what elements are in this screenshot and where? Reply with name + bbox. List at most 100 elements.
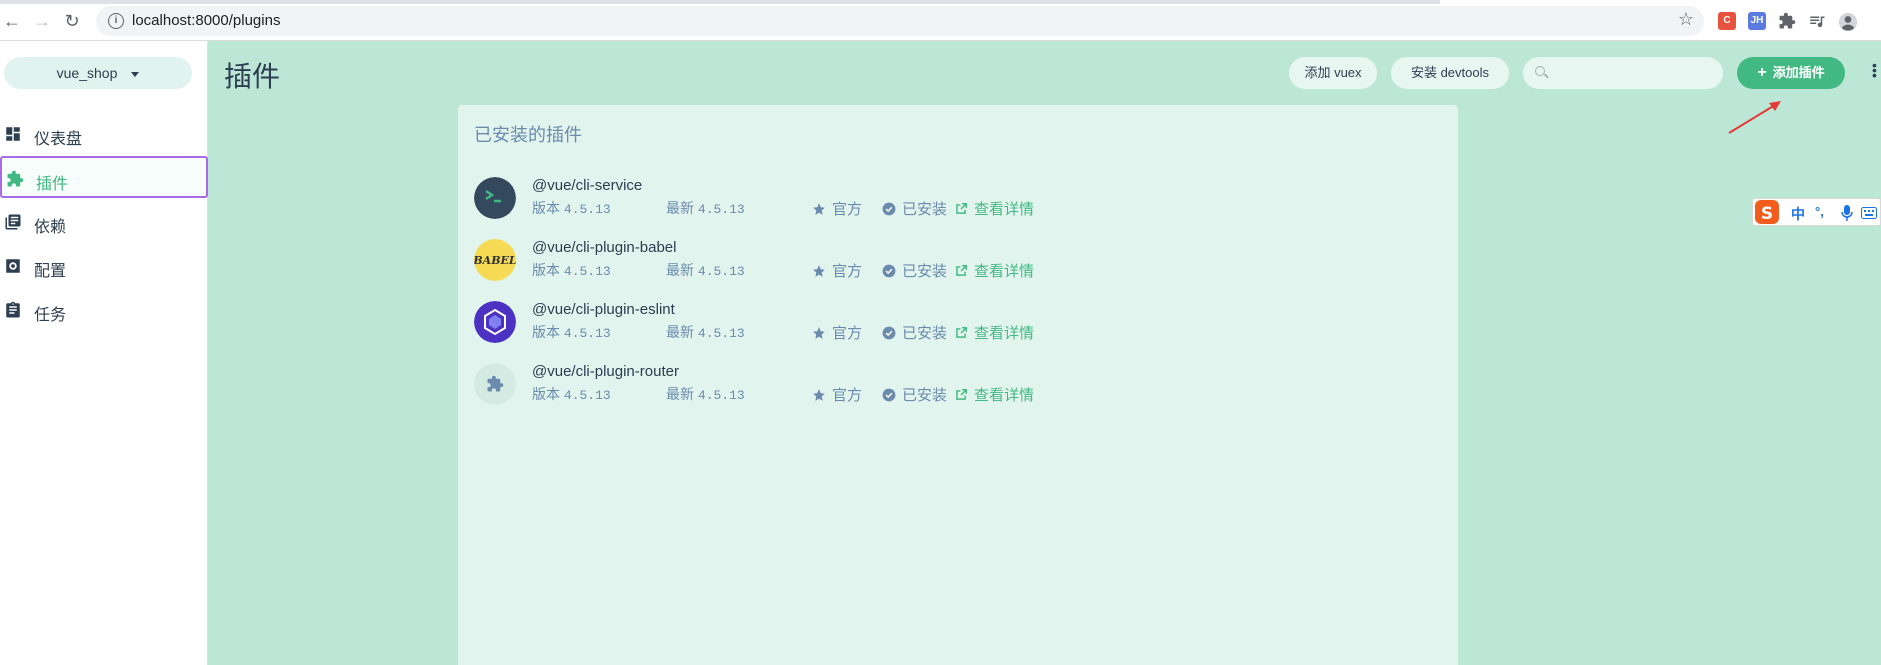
page-title: 插件 <box>224 61 281 92</box>
version-label: 版本 <box>532 386 560 402</box>
version-number: 4.5.13 <box>563 326 611 341</box>
sidebar-item-label: 任务 <box>34 307 67 324</box>
sidebar-item-plugins[interactable]: 插件 <box>0 156 208 198</box>
plugin-name: @vue/cli-service <box>532 177 643 194</box>
latest-number: 4.5.13 <box>697 264 745 279</box>
view-details-link[interactable]: 查看详情 <box>954 260 1034 282</box>
installed-label: 已安装 <box>902 325 948 342</box>
latest-label: 最新 <box>666 324 694 340</box>
check-circle-icon <box>882 326 896 344</box>
check-circle-icon <box>882 388 896 406</box>
official-badge: 官方 <box>812 322 862 344</box>
sidebar-item-tasks[interactable]: 任务 <box>0 289 208 331</box>
add-plugin-label: 添加插件 <box>1772 65 1825 80</box>
sogou-logo-icon: S <box>1755 200 1779 224</box>
profile-avatar-icon[interactable] <box>1838 12 1858 32</box>
latest-label: 最新 <box>666 262 694 278</box>
check-circle-icon <box>882 264 896 282</box>
add-plugin-button[interactable]: + 添加插件 <box>1737 57 1845 89</box>
latest-number: 4.5.13 <box>697 202 745 217</box>
official-label: 官方 <box>832 263 863 280</box>
plugin-item: @vue/cli-service 版本 4.5.13 最新 4.5.13 官方 … <box>474 171 1174 231</box>
version-label: 版本 <box>532 200 560 216</box>
plugin-latest: 最新 4.5.13 <box>666 198 745 218</box>
plugin-latest: 最新 4.5.13 <box>666 260 745 280</box>
installed-label: 已安装 <box>902 201 948 218</box>
plugin-name: @vue/cli-plugin-router <box>532 363 679 380</box>
sidebar-item-label: 依赖 <box>34 219 67 236</box>
url-text[interactable]: localhost:8000/plugins <box>132 12 280 29</box>
version-number: 4.5.13 <box>563 264 611 279</box>
official-label: 官方 <box>832 387 863 404</box>
star-icon <box>812 326 826 344</box>
official-badge: 官方 <box>812 198 862 220</box>
open-in-new-icon <box>954 202 968 220</box>
project-name: vue_shop <box>56 65 118 81</box>
installed-badge: 已安装 <box>882 322 947 344</box>
view-details-link[interactable]: 查看详情 <box>954 384 1034 406</box>
open-in-new-icon <box>954 326 968 344</box>
browser-toolbar: ← → ↻ i localhost:8000/plugins ☆ C JH <box>0 0 1881 41</box>
svg-text:BABEL: BABEL <box>474 254 516 267</box>
plugin-version: 版本 4.5.13 <box>532 260 611 280</box>
details-label: 查看详情 <box>974 263 1035 280</box>
view-details-link[interactable]: 查看详情 <box>954 198 1034 220</box>
plugin-name: @vue/cli-plugin-eslint <box>532 301 675 318</box>
back-icon[interactable]: ← <box>2 11 22 31</box>
official-badge: 官方 <box>812 384 862 406</box>
panel-title: 已安装的插件 <box>474 125 582 145</box>
details-label: 查看详情 <box>974 201 1035 218</box>
install-devtools-button[interactable]: 安装 devtools <box>1391 57 1509 89</box>
forward-icon[interactable]: → <box>32 11 52 31</box>
add-vuex-button[interactable]: 添加 vuex <box>1289 57 1377 89</box>
open-in-new-icon <box>954 388 968 406</box>
settings-icon <box>6 259 20 273</box>
version-number: 4.5.13 <box>563 388 611 403</box>
details-label: 查看详情 <box>974 387 1035 404</box>
extension-c-icon[interactable]: C <box>1718 12 1736 30</box>
check-circle-icon <box>882 202 896 220</box>
plugin-item: @vue/cli-plugin-router 版本 4.5.13 最新 4.5.… <box>474 357 1174 417</box>
installed-badge: 已安装 <box>882 260 947 282</box>
microphone-icon[interactable] <box>1841 205 1853 221</box>
address-bar[interactable]: i localhost:8000/plugins ☆ <box>96 6 1704 36</box>
ime-toolbar[interactable]: S 中 °, <box>1752 198 1881 226</box>
info-icon[interactable]: i <box>108 13 124 29</box>
keyboard-icon[interactable] <box>1861 207 1877 219</box>
star-icon <box>812 202 826 220</box>
reload-icon[interactable]: ↻ <box>62 11 82 31</box>
plugin-version: 版本 4.5.13 <box>532 384 611 404</box>
star-icon <box>812 264 826 282</box>
extension-jh-icon[interactable]: JH <box>1748 12 1766 30</box>
sidebar-item-configuration[interactable]: 配置 <box>0 245 208 287</box>
search-input[interactable] <box>1523 57 1723 89</box>
sidebar-item-dependencies[interactable]: 依赖 <box>0 201 208 243</box>
media-list-icon[interactable] <box>1808 12 1826 30</box>
sidebar-item-label: 配置 <box>34 263 67 280</box>
view-details-link[interactable]: 查看详情 <box>954 322 1034 344</box>
installed-plugins-panel: 已安装的插件 @vue/cli-service 版本 4.5.13 最新 4.5… <box>458 105 1458 665</box>
more-menu-icon[interactable]: • • • <box>1872 58 1877 82</box>
bookmark-star-icon[interactable]: ☆ <box>1678 9 1694 30</box>
project-selector[interactable]: vue_shop <box>4 57 192 89</box>
open-in-new-icon <box>954 264 968 282</box>
cli-service-logo <box>474 177 516 219</box>
sidebar-item-dashboard[interactable]: 仪表盘 <box>0 113 208 155</box>
plugin-item: BABEL @vue/cli-plugin-babel 版本 4.5.13 最新… <box>474 233 1174 293</box>
ime-punctuation[interactable]: °, <box>1815 204 1824 219</box>
installed-badge: 已安装 <box>882 384 947 406</box>
puzzle-icon <box>7 170 24 187</box>
latest-label: 最新 <box>666 386 694 402</box>
latest-number: 4.5.13 <box>697 388 745 403</box>
extensions-puzzle-icon[interactable] <box>1778 12 1796 30</box>
dashboard-icon <box>6 127 20 141</box>
plugin-name: @vue/cli-plugin-babel <box>532 239 677 256</box>
official-label: 官方 <box>832 325 863 342</box>
plugin-latest: 最新 4.5.13 <box>666 384 745 404</box>
plugin-item: @vue/cli-plugin-eslint 版本 4.5.13 最新 4.5.… <box>474 295 1174 355</box>
sidebar-item-label: 仪表盘 <box>34 131 83 148</box>
ime-language[interactable]: 中 <box>1791 204 1805 224</box>
svg-text:S: S <box>1761 204 1773 224</box>
plugin-latest: 最新 4.5.13 <box>666 322 745 342</box>
installed-badge: 已安装 <box>882 198 947 220</box>
